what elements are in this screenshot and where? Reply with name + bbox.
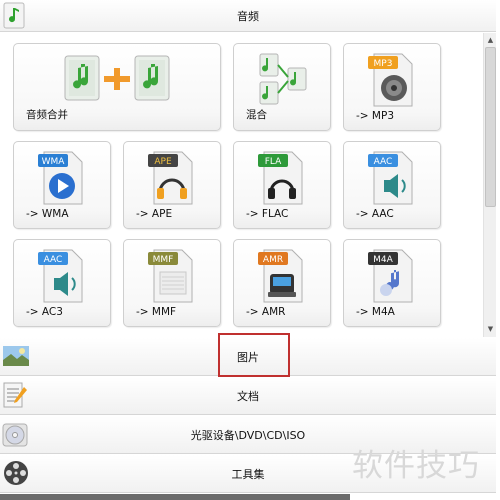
- amr-file-icon: AMR: [258, 249, 303, 303]
- tiles-scrollbar[interactable]: ▲ ▼: [483, 33, 496, 337]
- wma-file-icon: WMA: [38, 151, 83, 205]
- tile-to-mmf-label: -> MMF: [136, 306, 177, 318]
- section-tools-label: 工具集: [231, 467, 265, 481]
- section-disc-label: 光驱设备\DVD\CD\ISO: [190, 428, 306, 442]
- ac3-file-icon: AAC: [38, 249, 83, 303]
- section-audio-label: 音频: [237, 9, 259, 23]
- film-reel-icon: [4, 461, 28, 485]
- scroll-thumb[interactable]: [485, 47, 496, 207]
- audio-merge-icon: [64, 55, 170, 101]
- tile-to-ac3-label: -> AC3: [26, 306, 63, 318]
- section-document-label: 文档: [237, 389, 259, 403]
- aac-badge: AAC: [374, 157, 393, 167]
- tile-to-wma-label: -> WMA: [26, 208, 69, 220]
- scroll-up-arrow-icon[interactable]: ▲: [485, 34, 496, 46]
- m4a-badge: M4A: [373, 255, 393, 265]
- tile-to-aac-label: -> AAC: [356, 208, 394, 220]
- audio-mix-icon: [259, 53, 307, 105]
- flac-badge: FLA: [265, 157, 282, 167]
- tile-to-m4a-label: -> M4A: [356, 306, 395, 318]
- tile-to-mp3-label: -> MP3: [356, 110, 394, 122]
- ape-badge: APE: [154, 157, 172, 167]
- tile-to-mp3[interactable]: MP3 -> MP3: [343, 43, 441, 131]
- amr-badge: AMR: [263, 255, 283, 265]
- ac3-badge: AAC: [44, 255, 63, 265]
- section-document-header[interactable]: 文档: [0, 377, 496, 415]
- tile-to-amr[interactable]: AMR -> AMR: [233, 239, 331, 327]
- section-picture-label: 图片: [237, 350, 259, 364]
- wma-badge: WMA: [42, 157, 66, 167]
- scroll-down-arrow-icon[interactable]: ▼: [485, 323, 496, 335]
- watermark-text: 软件技巧: [352, 448, 480, 484]
- tile-to-ac3[interactable]: AAC -> AC3: [13, 239, 111, 327]
- mmf-file-icon: MMF: [148, 249, 193, 303]
- m4a-file-icon: M4A: [368, 249, 413, 303]
- aac-file-icon: AAC: [368, 151, 413, 205]
- audio-tiles-panel: 音频合并 混合 MP3 -> MP3 WMA -> WMA APE -> APE…: [0, 33, 482, 337]
- tile-to-aac[interactable]: AAC -> AAC: [343, 141, 441, 229]
- tile-audio-merge[interactable]: 音频合并: [13, 43, 221, 131]
- tile-to-amr-label: -> AMR: [246, 306, 286, 318]
- tile-to-ape-label: -> APE: [136, 208, 173, 220]
- tile-to-mmf[interactable]: MMF -> MMF: [123, 239, 221, 327]
- music-note-icon: [3, 2, 25, 29]
- tile-mix-label: 混合: [246, 109, 267, 121]
- section-picture-header[interactable]: 图片: [0, 338, 496, 376]
- mp3-file-icon: MP3: [368, 53, 413, 107]
- tile-to-wma[interactable]: WMA -> WMA: [13, 141, 111, 229]
- tile-to-m4a[interactable]: M4A -> M4A: [343, 239, 441, 327]
- ape-file-icon: APE: [148, 151, 193, 205]
- tile-mix[interactable]: 混合: [233, 43, 331, 131]
- section-audio-header[interactable]: 音频: [0, 0, 496, 32]
- flac-file-icon: FLA: [258, 151, 303, 205]
- mmf-badge: MMF: [153, 255, 174, 265]
- optical-disc-icon: [2, 423, 28, 447]
- tile-to-ape[interactable]: APE -> APE: [123, 141, 221, 229]
- mp3-badge: MP3: [374, 59, 393, 69]
- tile-audio-merge-label: 音频合并: [26, 109, 68, 121]
- tile-to-flac[interactable]: FLA -> FLAC: [233, 141, 331, 229]
- tile-to-flac-label: -> FLAC: [246, 208, 289, 220]
- landscape-picture-icon: [3, 346, 29, 366]
- document-pencil-icon: [3, 382, 27, 408]
- bottom-status-bar: [0, 494, 350, 500]
